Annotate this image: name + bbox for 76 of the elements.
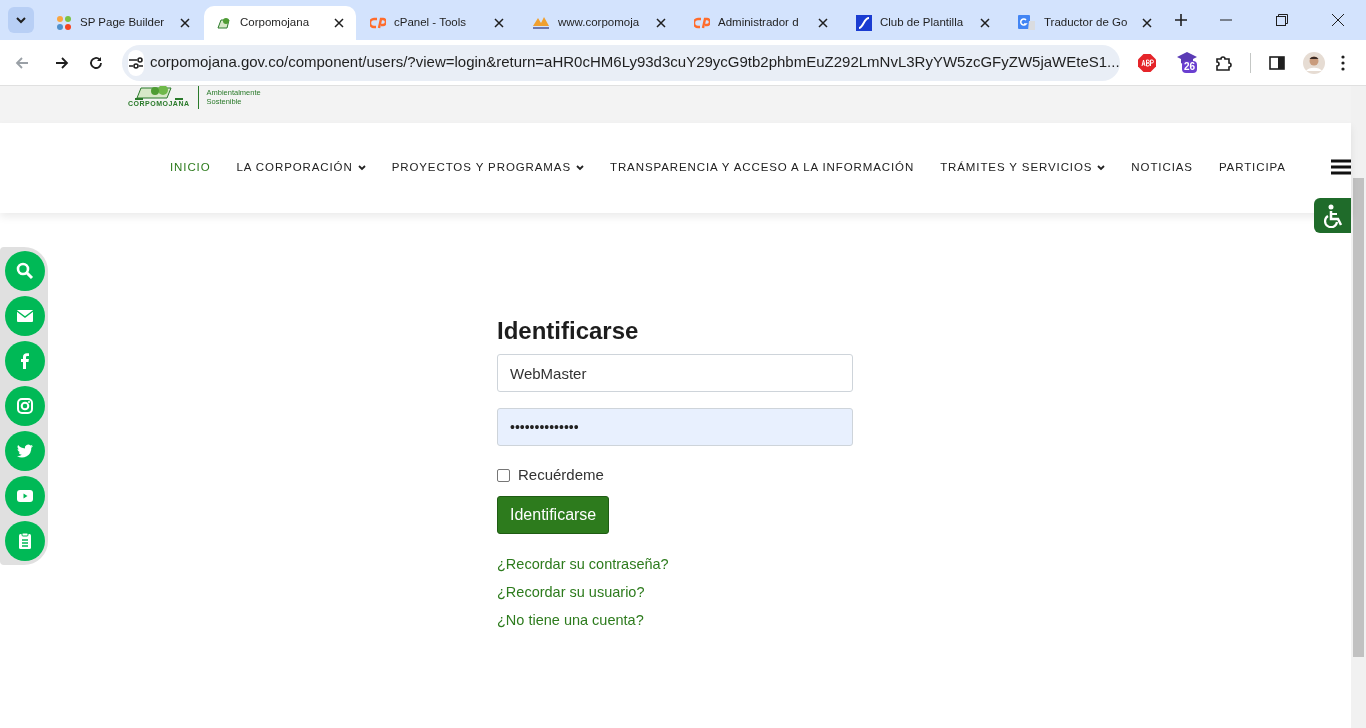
tab-title: Traductor de Go [1044,15,1128,31]
nav-link[interactable]: TRANSPARENCIA Y ACCESO A LA INFORMACIÓN [597,159,928,177]
tab-close-icon[interactable] [818,18,828,28]
tab-favicon [1018,15,1036,31]
puzzle-icon[interactable] [1214,53,1232,72]
browser-tab[interactable]: SP Page Builder [42,6,204,40]
tab-title: Administrador d [718,15,799,31]
tab-close-icon[interactable] [180,18,190,28]
accessibility-button[interactable] [1314,198,1351,233]
nav-link[interactable]: PARTICIPA [1205,159,1299,177]
nav-link[interactable]: INICIO [157,159,224,177]
browser-tab[interactable]: Administrador d [680,6,842,40]
menu-icon[interactable] [1341,54,1345,71]
nav-link[interactable]: LA CORPORACIÓN [223,159,379,177]
password-field[interactable]: •••••••••••••• [497,408,853,446]
browser-tab[interactable]: Club de Plantilla [842,6,1004,40]
tab-close-icon[interactable] [494,18,504,28]
wheelchair-icon [1321,203,1344,228]
tab-close-icon[interactable] [334,18,344,28]
chevron-down-icon [15,16,27,24]
social-button[interactable] [5,341,45,381]
username-field[interactable]: WebMaster [497,354,853,392]
adblock-icon[interactable] [1138,53,1156,72]
tab-close-icon[interactable] [980,18,990,28]
tab-close-icon[interactable] [1142,18,1152,28]
bird-icon [15,441,35,461]
side-panel-icon[interactable] [1269,55,1285,70]
social-button[interactable] [5,251,45,291]
tab-title: cPanel - Tools [394,15,467,31]
login-title: Identificarse [497,316,640,346]
site-settings-icon[interactable] [128,55,144,70]
tab-favicon [694,17,710,29]
tab-favicon [56,15,72,31]
new-tab-button[interactable] [1174,13,1188,27]
close-icon[interactable] [1332,14,1344,26]
extension-button[interactable]: 26 [1176,50,1200,75]
tab-title: SP Page Builder [80,15,165,31]
tab-close-icon[interactable] [656,18,666,28]
back-icon[interactable] [14,54,30,71]
tab-favicon [856,15,872,31]
login-button[interactable]: Identificarse [497,496,610,534]
url-text: corpomojana.gov.co/component/users/?view=login&return=aHR0cHM6Ly93d3cuY29ycG9tb2phbmEuZ292LmNvL3RyYW5zcGFyZW5jaWEteS1... [150,52,1120,73]
remember-label[interactable]: Recuérdeme [518,463,604,487]
social-button[interactable] [5,296,45,336]
tab-title: Club de Plantilla [880,15,964,31]
profile-avatar-icon[interactable] [1303,51,1325,74]
browser-tab[interactable]: www.corpomoja [518,6,680,40]
help-link[interactable]: ¿Recordar su usuario? [497,581,645,603]
nav-link[interactable]: TRÁMITES Y SERVICIOS [927,159,1119,177]
tab-favicon [216,15,232,31]
address-bar[interactable]: corpomojana.gov.co/component/users/?view=login&return=aHR0cHM6Ly93d3cuY29ycG9tb2phbmEuZ292LmNvL3RyYW5zcGFyZW5jaWEteS1... [122,44,1120,81]
hamburger-menu-icon[interactable] [1331,159,1351,175]
tab-title: Corpomojana [240,15,310,31]
restore-icon[interactable] [1276,14,1288,26]
browser-tab[interactable]: cPanel - Tools [356,6,518,40]
social-button[interactable] [5,386,45,426]
social-button[interactable] [5,476,45,516]
tab-search-button[interactable] [8,7,34,33]
logo-icon [132,86,185,100]
browser-tab[interactable]: Corpomojana [204,6,356,40]
help-link[interactable]: ¿Recordar su contraseña? [497,553,669,575]
search-icon [15,261,35,281]
forward-icon[interactable] [54,54,70,71]
tab-title: www.corpomoja [558,15,640,31]
instagram-icon [15,396,35,416]
scrollbar-thumb[interactable] [1353,178,1364,657]
nav-link[interactable]: NOTICIAS [1118,159,1206,177]
tab-favicon [532,16,550,30]
social-button[interactable] [5,521,45,561]
reload-icon[interactable] [88,54,104,71]
browser-tab[interactable]: Traductor de Go [1004,6,1166,40]
nav-link[interactable]: PROYECTOS Y PROGRAMAS [378,159,597,177]
social-button[interactable] [5,431,45,471]
help-link[interactable]: ¿No tiene una cuenta? [497,609,644,631]
remember-checkbox[interactable] [497,468,510,482]
tab-favicon [370,17,386,29]
